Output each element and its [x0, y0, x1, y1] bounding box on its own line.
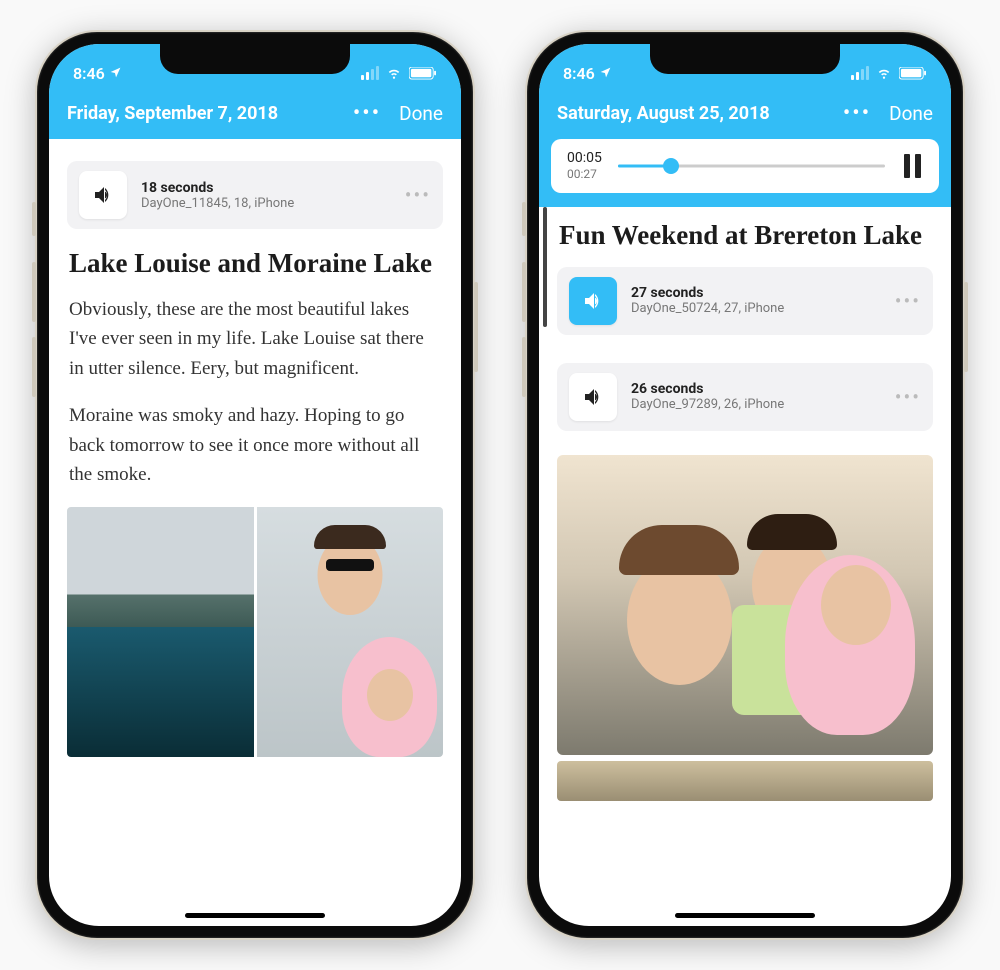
done-button[interactable]: Done — [889, 102, 933, 125]
entry-date[interactable]: Saturday, August 25, 2018 — [557, 103, 770, 124]
more-menu-button[interactable]: ••• — [843, 103, 871, 125]
photo-thumbnail[interactable] — [557, 761, 933, 801]
audio-duration: 18 seconds — [141, 180, 391, 196]
location-arrow-icon — [109, 64, 122, 83]
cellular-bars-icon — [851, 66, 869, 80]
audio-filename: DayOne_11845, 18, iPhone — [141, 196, 391, 211]
location-arrow-icon — [599, 64, 612, 83]
audio-filename: DayOne_97289, 26, iPhone — [631, 397, 881, 412]
audio-player: 00:05 00:27 — [551, 139, 939, 193]
photo-thumbnail[interactable] — [557, 455, 933, 755]
entry-date[interactable]: Friday, September 7, 2018 — [67, 103, 278, 124]
phone-right: 8:46 Saturday, August 25, 2018 — [525, 30, 965, 940]
pause-button[interactable] — [901, 154, 923, 178]
photo-thumbnail[interactable] — [67, 507, 254, 757]
more-menu-button[interactable]: ••• — [353, 103, 381, 125]
speaker-icon — [79, 171, 127, 219]
status-time: 8:46 — [563, 64, 595, 83]
scroll-indicator — [543, 207, 547, 327]
audio-attachment-card[interactable]: 26 seconds DayOne_97289, 26, iPhone ••• — [557, 363, 933, 431]
entry-title: Lake Louise and Moraine Lake — [69, 247, 441, 281]
player-elapsed-time: 00:05 — [567, 149, 602, 167]
wifi-icon — [875, 66, 893, 80]
notch — [650, 44, 840, 74]
audio-duration: 26 seconds — [631, 381, 881, 397]
audio-duration: 27 seconds — [631, 285, 881, 301]
entry-title: Fun Weekend at Brereton Lake — [559, 219, 931, 253]
speaker-icon — [569, 277, 617, 325]
cellular-bars-icon — [361, 66, 379, 80]
playback-slider[interactable] — [618, 154, 885, 178]
audio-more-button[interactable]: ••• — [405, 183, 431, 207]
player-total-time: 00:27 — [567, 167, 602, 183]
wifi-icon — [385, 66, 403, 80]
battery-icon — [899, 67, 927, 80]
home-indicator[interactable] — [185, 913, 325, 918]
speaker-icon — [569, 373, 617, 421]
notch — [160, 44, 350, 74]
phone-left: 8:46 Friday, September 7, 2018 — [35, 30, 475, 940]
done-button[interactable]: Done — [399, 102, 443, 125]
entry-paragraph: Moraine was smoky and hazy. Hoping to go… — [69, 401, 441, 489]
status-time: 8:46 — [73, 64, 105, 83]
home-indicator[interactable] — [675, 913, 815, 918]
audio-attachment-card[interactable]: 18 seconds DayOne_11845, 18, iPhone ••• — [67, 161, 443, 229]
photo-thumbnail[interactable] — [257, 507, 444, 757]
audio-filename: DayOne_50724, 27, iPhone — [631, 301, 881, 316]
entry-paragraph: Obviously, these are the most beautiful … — [69, 295, 441, 383]
photo-grid — [67, 507, 443, 757]
audio-more-button[interactable]: ••• — [895, 289, 921, 313]
audio-more-button[interactable]: ••• — [895, 385, 921, 409]
battery-icon — [409, 67, 437, 80]
audio-attachment-card[interactable]: 27 seconds DayOne_50724, 27, iPhone ••• — [557, 267, 933, 335]
